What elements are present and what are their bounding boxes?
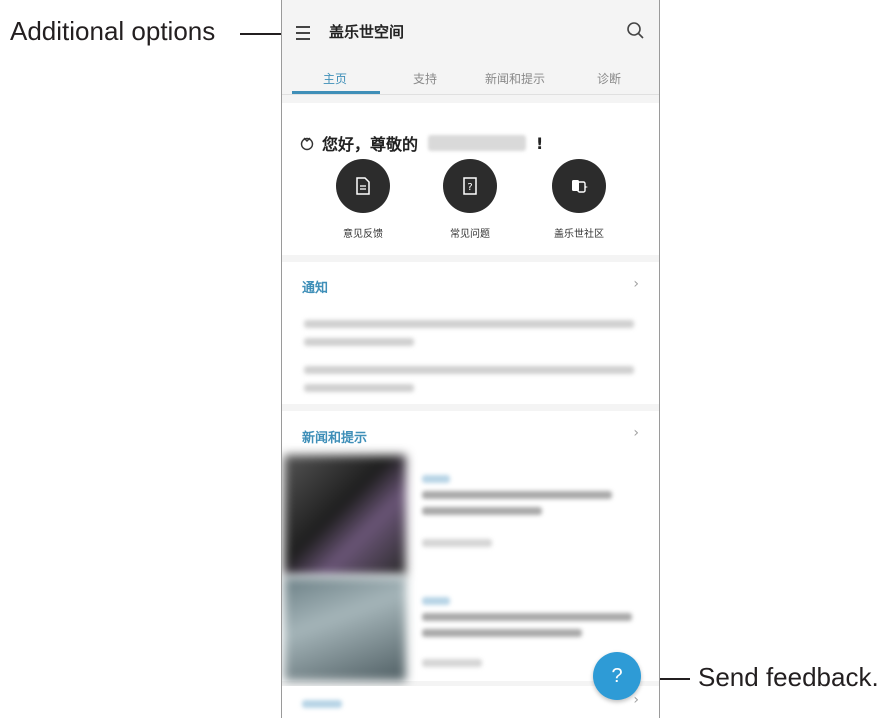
news-chevron-icon[interactable]: › bbox=[633, 425, 639, 441]
news-card: 新闻和提示 › bbox=[282, 411, 659, 681]
faq-icon: ? bbox=[463, 177, 477, 195]
community-icon bbox=[572, 180, 588, 193]
tab-bar: 主页 支持 新闻和提示 诊断 bbox=[282, 64, 659, 95]
tab-news-tips[interactable]: 新闻和提示 bbox=[485, 70, 545, 87]
greeting-card: 您好，尊敬的 ! 意见反馈 ? 常见问题 盖乐世社区 bbox=[282, 103, 659, 255]
next-card-chevron-icon[interactable]: › bbox=[633, 692, 639, 708]
search-icon[interactable] bbox=[625, 20, 647, 42]
notification-line bbox=[304, 366, 634, 374]
callout-additional-options: Additional options bbox=[10, 16, 216, 46]
tab-support[interactable]: 支持 bbox=[413, 70, 437, 87]
community-label: 盖乐世社区 bbox=[554, 229, 604, 240]
notification-line bbox=[304, 320, 634, 328]
faq-button[interactable]: ? bbox=[443, 159, 497, 213]
menu-icon[interactable] bbox=[296, 22, 318, 44]
community-button[interactable] bbox=[552, 159, 606, 213]
news-thumbnail[interactable] bbox=[284, 455, 406, 575]
app-bar: 盖乐世空间 bbox=[282, 0, 659, 64]
faq-label: 常见问题 bbox=[450, 229, 490, 240]
app-title: 盖乐世空间 bbox=[329, 23, 405, 41]
news-item-meta bbox=[422, 539, 492, 547]
help-icon: ? bbox=[611, 664, 623, 687]
news-thumbnail[interactable] bbox=[284, 577, 406, 681]
document-icon bbox=[356, 177, 370, 195]
news-item-title bbox=[422, 629, 582, 637]
greeting-suffix: ! bbox=[536, 133, 544, 153]
tab-diagnostics[interactable]: 诊断 bbox=[597, 70, 621, 87]
callout-send-feedback: Send feedback. bbox=[698, 662, 879, 692]
greeting: 您好，尊敬的 ! bbox=[298, 131, 543, 155]
tab-home[interactable]: 主页 bbox=[323, 70, 347, 87]
active-tab-indicator bbox=[292, 91, 380, 94]
news-item-tag bbox=[422, 475, 450, 483]
blurred-user-name bbox=[428, 135, 527, 151]
notification-line bbox=[304, 338, 414, 346]
notifications-title: 通知 bbox=[302, 281, 329, 296]
feedback-button[interactable] bbox=[336, 159, 390, 213]
news-item-meta bbox=[422, 659, 482, 667]
news-title: 新闻和提示 bbox=[302, 431, 368, 446]
news-item-tag bbox=[422, 597, 450, 605]
send-feedback-button[interactable]: ? bbox=[593, 652, 641, 700]
feedback-label: 意见反馈 bbox=[343, 229, 383, 240]
phone-screen: 盖乐世空间 主页 支持 新闻和提示 诊断 您好，尊敬的 ! 意见反馈 ? 常见问… bbox=[281, 0, 660, 718]
news-item-title bbox=[422, 491, 612, 499]
next-card-title bbox=[302, 700, 342, 708]
news-item-title bbox=[422, 613, 632, 621]
notifications-chevron-icon[interactable]: › bbox=[633, 276, 639, 292]
notification-line bbox=[304, 384, 414, 392]
news-item-title bbox=[422, 507, 542, 515]
hello-icon bbox=[300, 137, 314, 151]
notifications-card[interactable]: 通知 › bbox=[282, 262, 659, 404]
greeting-prefix: 您好，尊敬的 bbox=[322, 135, 419, 154]
svg-text:?: ? bbox=[467, 182, 472, 193]
